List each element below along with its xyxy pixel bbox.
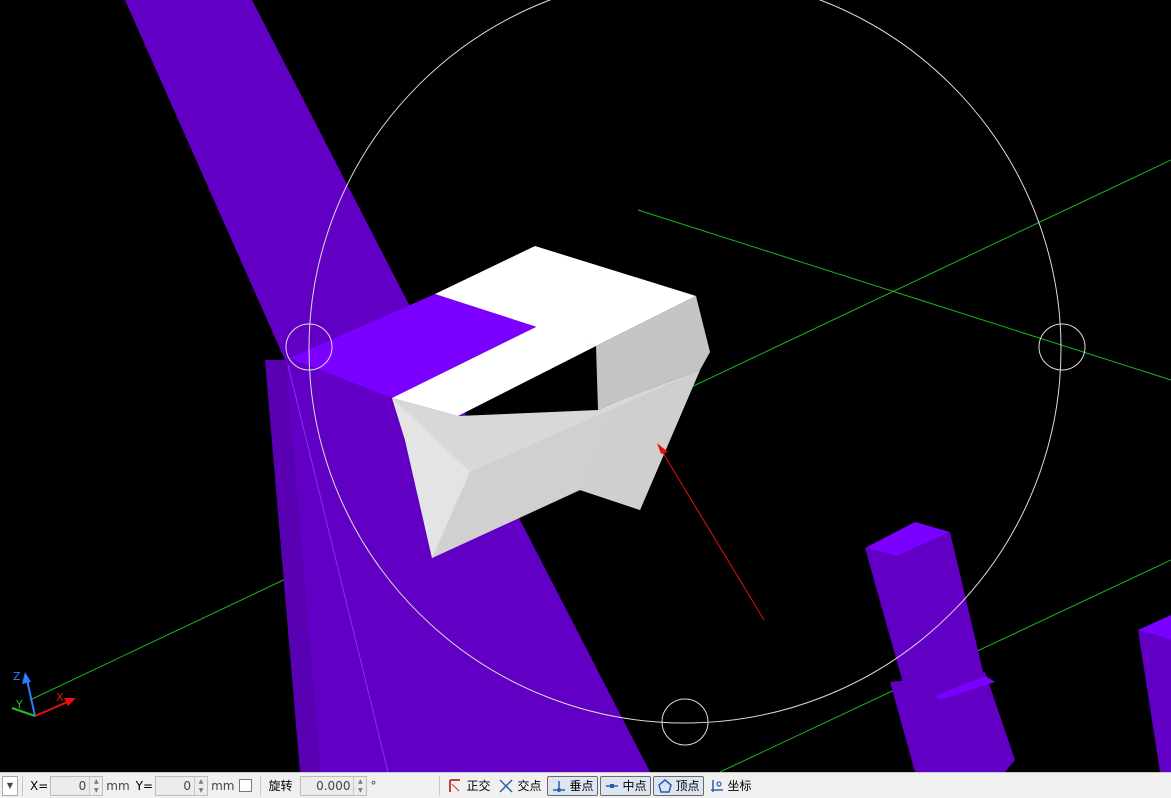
snap-coordinate-button[interactable]: 坐标 bbox=[706, 776, 755, 796]
snap-perpendicular-button[interactable]: 垂点 bbox=[546, 775, 598, 796]
orthogonal-icon bbox=[449, 778, 461, 792]
snap-perpendicular-label: 垂点 bbox=[569, 779, 594, 793]
snap-intersection-button[interactable]: 交点 bbox=[495, 776, 544, 796]
green-axis-line-1 bbox=[637, 209, 1171, 381]
y-coordinate-label: Y= bbox=[135, 778, 154, 793]
rotate-checkbox[interactable] bbox=[239, 779, 253, 792]
spin-up-icon[interactable]: ▲ bbox=[195, 777, 207, 786]
y-spin-arrows[interactable]: ▲ ▼ bbox=[194, 776, 207, 795]
rotate-label: 旋转 bbox=[268, 779, 293, 793]
snap-vertex-label: 顶点 bbox=[675, 779, 700, 793]
x-coordinate-spinbox[interactable]: ▲▼ bbox=[50, 775, 104, 796]
purple-post-far-front[interactable] bbox=[1138, 630, 1171, 772]
intersection-icon bbox=[499, 778, 514, 793]
y-coordinate-spinbox[interactable]: ▲▼ bbox=[155, 775, 209, 796]
y-coordinate-input[interactable] bbox=[156, 776, 195, 795]
snap-midpoint-button[interactable]: 中点 bbox=[599, 775, 651, 796]
snap-intersection-label: 交点 bbox=[517, 779, 542, 793]
3d-viewport[interactable]: Z Y X bbox=[0, 0, 1171, 772]
midpoint-icon bbox=[605, 783, 618, 788]
chevron-down-icon: ▼ bbox=[6, 781, 14, 790]
spin-up-icon[interactable]: ▲ bbox=[354, 777, 366, 786]
vertex-icon bbox=[657, 778, 672, 793]
z-axis-label: Z bbox=[13, 670, 21, 683]
spin-down-icon[interactable]: ▼ bbox=[354, 786, 366, 795]
x-axis-label: X bbox=[56, 691, 64, 704]
snap-orthogonal-button[interactable]: 正交 bbox=[444, 776, 493, 796]
rotate-angle-spinbox[interactable]: ▲▼ bbox=[300, 775, 368, 796]
spin-down-icon[interactable]: ▼ bbox=[195, 786, 207, 795]
snap-orthogonal-label: 正交 bbox=[466, 779, 491, 793]
perpendicular-icon bbox=[552, 780, 565, 792]
coordinate-icon bbox=[710, 779, 723, 792]
rotate-spin-arrows[interactable]: ▲ ▼ bbox=[353, 776, 366, 795]
purple-post-front[interactable] bbox=[865, 532, 985, 690]
x-spin-arrows[interactable]: ▲ ▼ bbox=[89, 776, 102, 795]
gizmo-handle-right[interactable] bbox=[1038, 323, 1086, 371]
purple-post-base[interactable] bbox=[890, 672, 1015, 772]
divider bbox=[22, 775, 23, 796]
z-axis-head bbox=[22, 672, 31, 684]
status-bar: ▼ X= ▲▼ mm Y= ▲▼ mm 旋转 ▲▼ ° 正交 交点 垂点 中点 … bbox=[0, 772, 1171, 798]
x-coordinate-input[interactable] bbox=[51, 776, 90, 795]
spin-down-icon[interactable]: ▼ bbox=[90, 786, 102, 795]
snap-coordinate-label: 坐标 bbox=[727, 779, 752, 793]
spin-up-icon[interactable]: ▲ bbox=[90, 777, 102, 786]
degree-symbol: ° bbox=[370, 778, 377, 793]
divider bbox=[439, 775, 441, 796]
x-unit-label: mm bbox=[106, 778, 130, 793]
y-axis-label: Y bbox=[15, 698, 23, 711]
scene-canvas[interactable]: Z Y X bbox=[0, 0, 1171, 772]
x-coordinate-label: X= bbox=[30, 778, 49, 793]
divider bbox=[260, 775, 262, 796]
snap-midpoint-label: 中点 bbox=[622, 779, 647, 793]
rotate-angle-input[interactable] bbox=[301, 776, 354, 795]
y-unit-label: mm bbox=[211, 778, 235, 793]
red-arrow-line bbox=[659, 447, 765, 621]
gizmo-handle-bottom[interactable] bbox=[661, 698, 709, 746]
mode-dropdown[interactable]: ▼ bbox=[2, 775, 18, 796]
snap-vertex-button[interactable]: 顶点 bbox=[652, 775, 704, 796]
